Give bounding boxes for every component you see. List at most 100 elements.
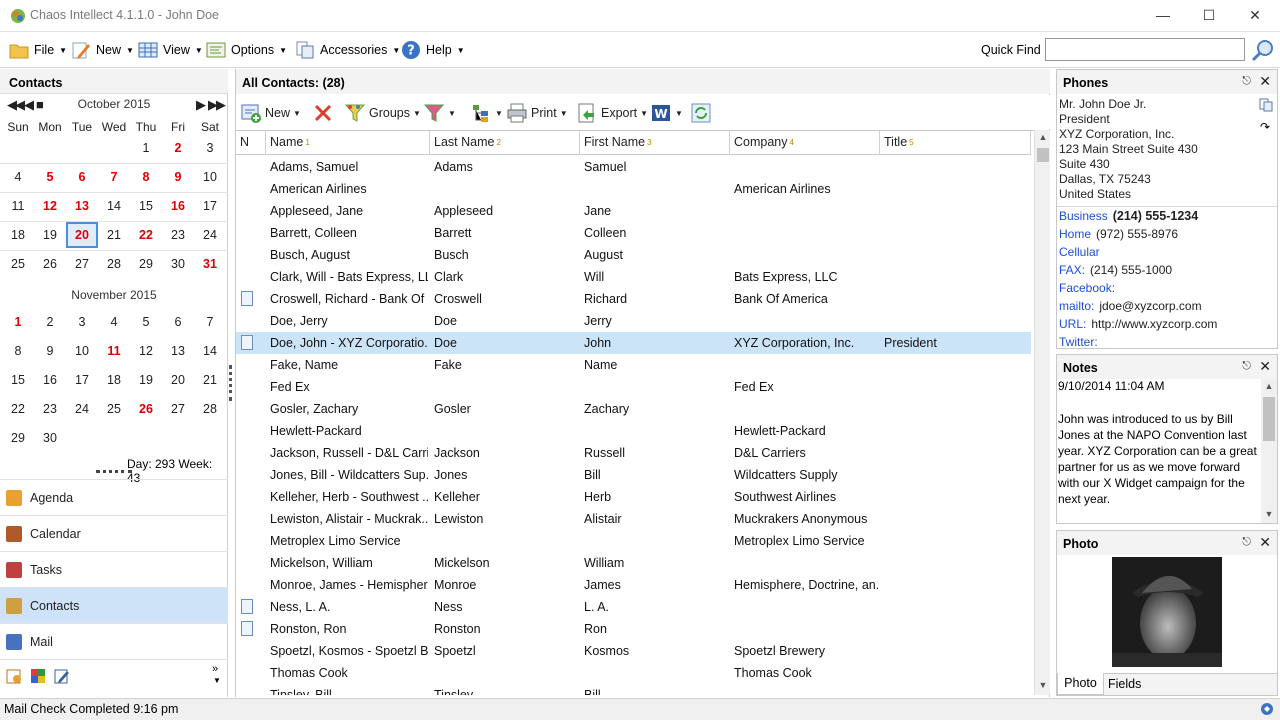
- phone-entry-mailto[interactable]: mailto: jdoe@xyzcorp.com: [1059, 299, 1202, 313]
- pin-icon[interactable]: ⎋: [1242, 536, 1251, 549]
- phone-entry-label[interactable]: Home: [1059, 227, 1091, 241]
- table-row[interactable]: Spoetzl, Kosmos - Spoetzl Br... Spoetzl Ko…: [236, 640, 1031, 662]
- accessories-menu[interactable]: Accessories ▼: [294, 38, 400, 62]
- table-row[interactable]: Barrett, Colleen Barrett Colleen: [236, 222, 1031, 244]
- calendar-day-oct-23[interactable]: 23: [162, 222, 194, 248]
- close-button[interactable]: ✕: [1232, 0, 1278, 32]
- table-row[interactable]: Hewlett-Packard Hewlett-Packard: [236, 420, 1031, 442]
- groups-button[interactable]: Groups ▼: [344, 101, 421, 125]
- calendar-day-oct-2[interactable]: 2: [162, 135, 194, 161]
- calendar-day-oct-29[interactable]: 29: [130, 251, 162, 277]
- calendar-day-oct-8[interactable]: 8: [130, 164, 162, 190]
- table-row[interactable]: Appleseed, Jane Appleseed Jane: [236, 200, 1031, 222]
- filter-button[interactable]: ▼: [423, 101, 456, 125]
- table-row[interactable]: Doe, John - XYZ Corporatio... Doe John XYZ …: [236, 332, 1031, 354]
- edit-note-icon[interactable]: [54, 668, 70, 684]
- nav-dropdown-icon[interactable]: ▼: [213, 676, 221, 685]
- calendar-day-oct-17[interactable]: 17: [194, 193, 226, 219]
- scroll-down-icon[interactable]: ▼: [1035, 680, 1051, 690]
- file-menu[interactable]: File ▼: [8, 38, 67, 62]
- nav-item-calendar[interactable]: Calendar: [0, 515, 228, 551]
- calendar-day-nov-23[interactable]: 23: [34, 396, 66, 422]
- layout-button[interactable]: ▼: [470, 101, 503, 125]
- delete-icon[interactable]: [312, 102, 334, 124]
- calendar-day-oct-22[interactable]: 22: [130, 222, 162, 248]
- calendar-day-nov-14[interactable]: 14: [194, 338, 226, 364]
- new-contact-button[interactable]: New ▼: [240, 101, 301, 125]
- calendar-day-nov-4[interactable]: 4: [98, 309, 130, 335]
- calendar-day-oct-28[interactable]: 28: [98, 251, 130, 277]
- table-row[interactable]: Mickelson, William Mickelson William: [236, 552, 1031, 574]
- maximize-button[interactable]: ☐: [1186, 0, 1232, 32]
- calendar-day-oct-19[interactable]: 19: [34, 222, 66, 248]
- grid-vertical-scrollbar[interactable]: ▲ ▼: [1034, 130, 1050, 695]
- options-menu[interactable]: Options ▼: [205, 38, 287, 62]
- column-header-n[interactable]: N: [236, 131, 266, 155]
- table-row[interactable]: Lewiston, Alistair - Muckrak... Lewiston A…: [236, 508, 1031, 530]
- calendar-day-oct-31[interactable]: 31: [194, 251, 226, 277]
- calendar-day-oct-11[interactable]: 11: [2, 193, 34, 219]
- calendar-day-oct-5[interactable]: 5: [34, 164, 66, 190]
- column-header-title[interactable]: Title 5: [880, 131, 1031, 155]
- scroll-up-icon[interactable]: ▲: [1261, 381, 1277, 391]
- calendar-day-oct-15[interactable]: 15: [130, 193, 162, 219]
- calendar-day-oct-10[interactable]: 10: [194, 164, 226, 190]
- calendar-day-nov-2[interactable]: 2: [34, 309, 66, 335]
- phone-entry-label[interactable]: URL:: [1059, 317, 1086, 331]
- word-button[interactable]: W ▼: [650, 101, 683, 125]
- phone-entry-label[interactable]: Facebook:: [1059, 281, 1115, 295]
- notes-scrollbar[interactable]: ▲ ▼: [1261, 379, 1277, 523]
- search-icon[interactable]: [1250, 38, 1276, 64]
- color-palette-icon[interactable]: [30, 668, 46, 684]
- table-row[interactable]: Jones, Bill - Wildcatters Sup... Jones Bil…: [236, 464, 1031, 486]
- panel-splitter[interactable]: [229, 365, 233, 401]
- close-panel-icon[interactable]: ✕: [1259, 73, 1271, 90]
- refresh-icon[interactable]: [690, 102, 712, 124]
- phone-entry-fax[interactable]: FAX: (214) 555-1000: [1059, 263, 1172, 277]
- pin-icon[interactable]: ⎋: [1242, 75, 1251, 88]
- calendar-day-nov-3[interactable]: 3: [66, 309, 98, 335]
- table-row[interactable]: Fake, Name Fake Name: [236, 354, 1031, 376]
- calendar-day-nov-29[interactable]: 29: [2, 425, 34, 451]
- calendar-day-oct-6[interactable]: 6: [66, 164, 98, 190]
- calendar-day-oct-12[interactable]: 12: [34, 193, 66, 219]
- calendar-day-oct-25[interactable]: 25: [2, 251, 34, 277]
- phone-entry-label[interactable]: Business: [1059, 209, 1108, 223]
- pin-icon[interactable]: ⎋: [1242, 360, 1251, 373]
- calendar-day-oct-13[interactable]: 13: [66, 193, 98, 219]
- status-info-icon[interactable]: [1260, 702, 1274, 716]
- table-row[interactable]: Thomas Cook Thomas Cook: [236, 662, 1031, 684]
- phone-entry-facebook[interactable]: Facebook:: [1059, 281, 1120, 295]
- phone-entry-url[interactable]: URL: http://www.xyzcorp.com: [1059, 317, 1217, 331]
- scroll-up-icon[interactable]: ▲: [1035, 132, 1051, 142]
- table-row[interactable]: Ness, L. A. Ness L. A.: [236, 596, 1031, 618]
- calendar-day-nov-24[interactable]: 24: [66, 396, 98, 422]
- calendar-day-nov-9[interactable]: 9: [34, 338, 66, 364]
- help-menu[interactable]: ? Help ▼: [400, 38, 465, 62]
- table-row[interactable]: Doe, Jerry Doe Jerry: [236, 310, 1031, 332]
- expand-nav-icon[interactable]: »: [212, 663, 218, 675]
- tab-photo[interactable]: Photo: [1057, 673, 1104, 695]
- table-row[interactable]: American Airlines American Airlines: [236, 178, 1031, 200]
- table-row[interactable]: Metroplex Limo Service Metroplex Limo Ser…: [236, 530, 1031, 552]
- calendar-day-nov-7[interactable]: 7: [194, 309, 226, 335]
- view-menu[interactable]: View ▼: [137, 38, 203, 62]
- phone-entry-business[interactable]: Business (214) 555-1234: [1059, 209, 1198, 223]
- calendar-day-oct-7[interactable]: 7: [98, 164, 130, 190]
- calendar-day-oct-9[interactable]: 9: [162, 164, 194, 190]
- calendar-day-nov-15[interactable]: 15: [2, 367, 34, 393]
- column-header-name[interactable]: Name 1: [266, 131, 430, 155]
- calendar-day-nov-16[interactable]: 16: [34, 367, 66, 393]
- calendar-day-nov-13[interactable]: 13: [162, 338, 194, 364]
- column-header-last-name[interactable]: Last Name 2: [430, 131, 580, 155]
- scroll-thumb[interactable]: [1037, 148, 1049, 162]
- calendar-day-oct-26[interactable]: 26: [34, 251, 66, 277]
- phone-entry-label[interactable]: FAX:: [1059, 263, 1085, 277]
- phone-entry-label[interactable]: Cellular: [1059, 245, 1100, 259]
- calendar-day-oct-16[interactable]: 16: [162, 193, 194, 219]
- calendar-day-nov-26[interactable]: 26: [130, 396, 162, 422]
- calendar-day-oct-4[interactable]: 4: [2, 164, 34, 190]
- copy-icon[interactable]: [1259, 98, 1273, 112]
- nav-item-contacts[interactable]: Contacts: [0, 587, 228, 623]
- calendar-day-oct-20[interactable]: 20: [66, 222, 98, 248]
